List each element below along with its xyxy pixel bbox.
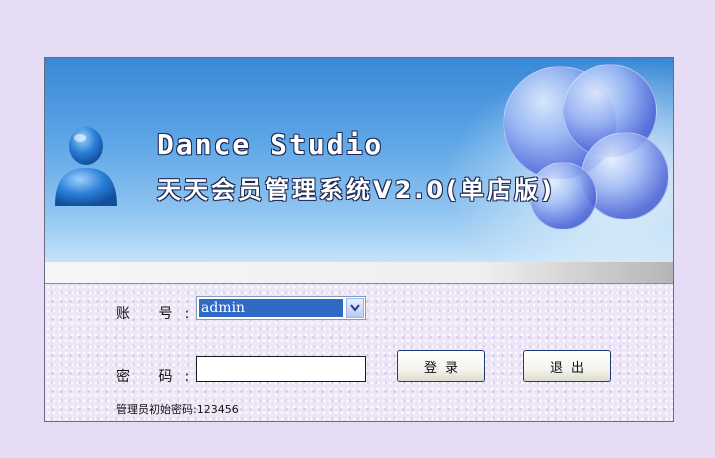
app-title-cn: 天天会员管理系统V2.0(单店版) xyxy=(157,176,556,204)
exit-button[interactable]: 退出 xyxy=(523,350,611,382)
dropdown-button[interactable] xyxy=(346,298,364,318)
account-value: admin xyxy=(199,299,343,317)
divider-bar xyxy=(45,262,673,284)
default-password-hint: 管理员初始密码:123456 xyxy=(116,403,239,416)
login-button[interactable]: 登录 xyxy=(397,350,485,382)
account-select[interactable]: admin xyxy=(196,296,366,320)
login-form: 账 号: admin 密 码: 登录 退出 管理员初始密码:123456 xyxy=(45,284,673,421)
password-input[interactable] xyxy=(196,356,366,382)
banner: Dance Studio 天天会员管理系统V2.0(单店版) xyxy=(45,58,673,262)
user-icon xyxy=(55,127,117,206)
chevron-down-icon xyxy=(350,304,360,312)
password-label: 密 码: xyxy=(116,369,202,385)
app-title-en: Dance Studio xyxy=(157,128,384,161)
account-label: 账 号: xyxy=(116,306,202,322)
login-window: Dance Studio 天天会员管理系统V2.0(单店版) 账 号: admi… xyxy=(44,57,674,422)
